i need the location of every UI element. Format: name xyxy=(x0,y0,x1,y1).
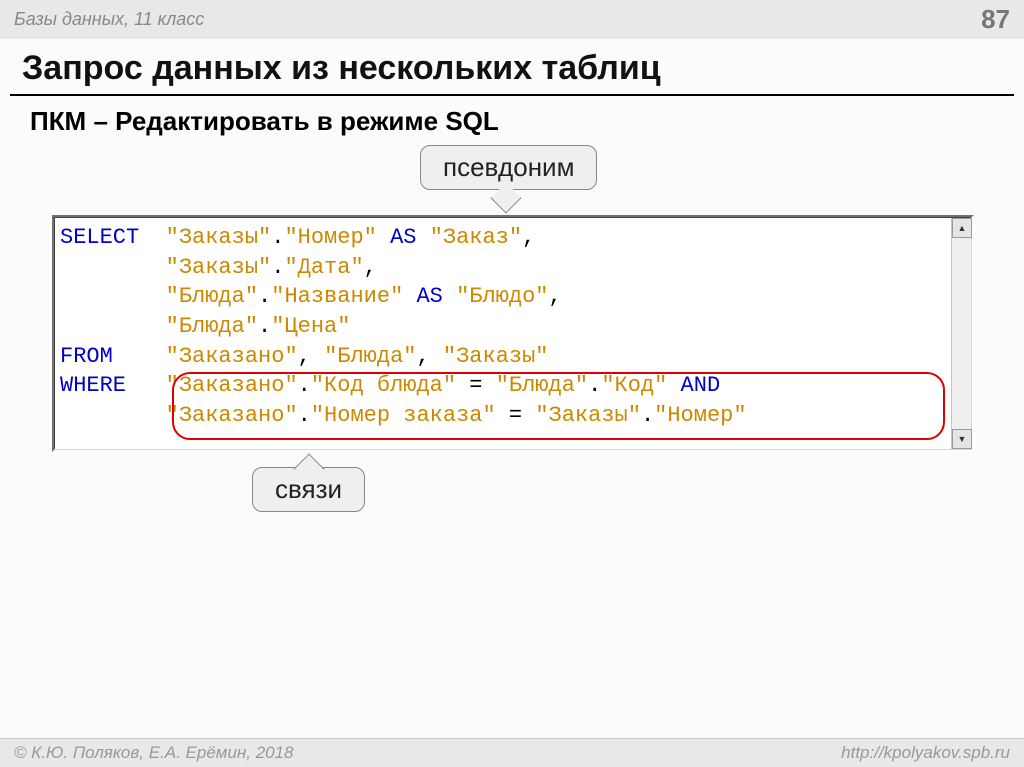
page-number: 87 xyxy=(981,4,1010,35)
callout-pseudonym: псевдоним xyxy=(420,145,597,190)
sql-content: SELECT "Заказы"."Номер" AS "Заказ", "Зак… xyxy=(54,217,972,437)
sql-editor: SELECT "Заказы"."Номер" AS "Заказ", "Зак… xyxy=(52,215,974,452)
slide-title: Запрос данных из нескольких таблиц xyxy=(0,39,1024,94)
subtitle: ПКМ – Редактировать в режиме SQL xyxy=(0,96,1024,137)
footer-url: http://kpolyakov.spb.ru xyxy=(841,743,1010,763)
scroll-down-icon[interactable]: ▼ xyxy=(952,429,972,449)
vertical-scrollbar[interactable]: ▲ ▼ xyxy=(951,218,971,449)
select-keyword: SELECT xyxy=(60,225,139,250)
where-keyword: WHERE xyxy=(60,373,126,398)
from-keyword: FROM xyxy=(60,344,113,369)
slide-header: Базы данных, 11 класс 87 xyxy=(0,0,1024,39)
slide-footer: © К.Ю. Поляков, Е.А. Ерёмин, 2018 http:/… xyxy=(0,738,1024,767)
scroll-up-icon[interactable]: ▲ xyxy=(952,218,972,238)
course-label: Базы данных, 11 класс xyxy=(14,9,204,30)
copyright-text: © К.Ю. Поляков, Е.А. Ерёмин, 2018 xyxy=(14,743,294,763)
